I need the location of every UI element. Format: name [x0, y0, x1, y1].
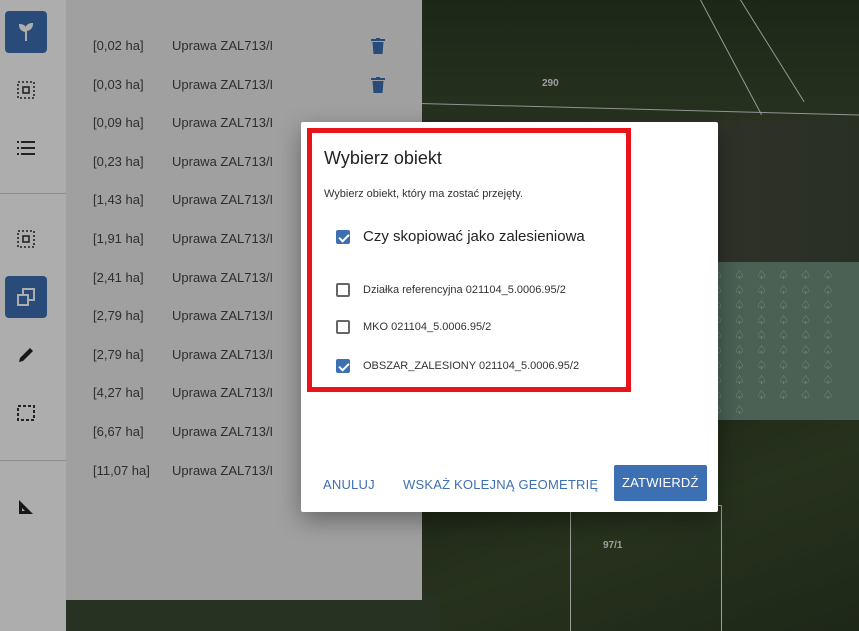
next-geometry-button[interactable]: WSKAŻ KOLEJNĄ GEOMETRIĘ: [403, 477, 598, 492]
highlight-frame: [307, 128, 631, 392]
confirm-button[interactable]: ZATWIERDŹ: [614, 465, 707, 501]
cancel-button[interactable]: ANULUJ: [323, 477, 375, 492]
